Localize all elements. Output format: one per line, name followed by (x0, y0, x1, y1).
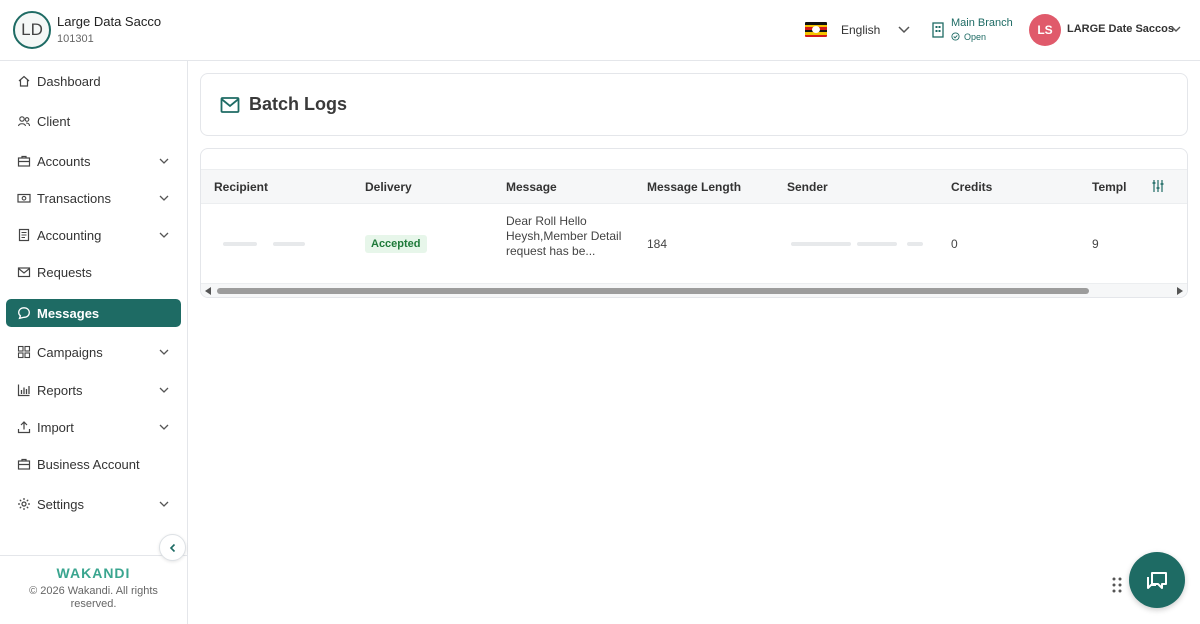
briefcase-icon (17, 155, 31, 167)
chevron-down-icon (159, 232, 169, 238)
sidebar-item-reports[interactable]: Reports (6, 376, 181, 404)
page-title: Batch Logs (249, 94, 348, 114)
chevron-down-icon (159, 195, 169, 201)
language-selector[interactable]: English (841, 23, 880, 37)
horizontal-scrollbar[interactable] (201, 283, 1187, 297)
chevron-down-icon (159, 387, 169, 393)
sidebar-item-import[interactable]: Import (6, 413, 181, 441)
upload-icon (17, 421, 31, 434)
sidebar-item-transactions[interactable]: Transactions (6, 184, 181, 212)
chevron-down-icon (159, 349, 169, 355)
column-header-message-length[interactable]: Message Length (647, 180, 741, 194)
scroll-left-arrow-icon[interactable] (205, 287, 211, 295)
chevron-down-icon[interactable] (897, 22, 911, 36)
credits-cell: 0 (951, 237, 958, 251)
grid-icon (17, 345, 31, 359)
sidebar: Dashboard Client Accounts Transactions A… (0, 61, 188, 624)
batch-logs-table: Recipient Delivery Message Message Lengt… (200, 148, 1188, 298)
org-code: 101301 (57, 33, 94, 45)
user-avatar[interactable]: LS (1029, 14, 1061, 46)
branch-status: Open (964, 32, 987, 42)
column-header-credits[interactable]: Credits (951, 180, 992, 194)
table-header: Recipient Delivery Message Message Lengt… (201, 169, 1187, 204)
sidebar-item-dashboard[interactable]: Dashboard (6, 67, 181, 95)
column-header-template[interactable]: Templ (1092, 180, 1126, 194)
cash-icon (17, 193, 31, 203)
column-header-recipient[interactable]: Recipient (214, 180, 268, 194)
sidebar-item-label: Client (37, 113, 71, 129)
sidebar-item-label: Dashboard (37, 73, 101, 89)
copyright-text: © 2026 Wakandi. All rights reserved. (29, 585, 158, 610)
message-length-cell: 184 (647, 237, 668, 251)
envelope-icon (220, 97, 240, 113)
sidebar-item-label: Messages (37, 305, 100, 321)
branch-name[interactable]: Main Branch (951, 17, 1013, 29)
sidebar-item-requests[interactable]: Requests (6, 258, 181, 286)
check-circle-icon (951, 32, 960, 41)
sidebar-item-label: Business Account (37, 456, 140, 472)
sidebar-item-label: Settings (37, 496, 84, 512)
scroll-right-arrow-icon[interactable] (1177, 287, 1183, 295)
sidebar-item-accounts[interactable]: Accounts (6, 147, 181, 175)
chevron-down-icon (159, 424, 169, 430)
sidebar-item-campaigns[interactable]: Campaigns (6, 338, 181, 366)
ledger-icon (18, 228, 30, 242)
home-icon (18, 75, 30, 87)
sidebar-item-label: Reports (37, 382, 83, 398)
uganda-flag-icon[interactable] (805, 22, 827, 37)
sidebar-item-client[interactable]: Client (6, 107, 181, 135)
users-icon (17, 116, 31, 127)
column-header-sender[interactable]: Sender (787, 180, 828, 194)
chevron-down-icon (159, 501, 169, 507)
sidebar-divider (0, 555, 187, 556)
sidebar-item-label: Accounting (37, 227, 102, 243)
chevron-down-icon (159, 158, 169, 164)
chevron-left-icon (169, 543, 175, 552)
chat-support-button[interactable] (1129, 552, 1185, 608)
sidebar-item-label: Import (37, 419, 74, 435)
sidebar-item-label: Requests (37, 264, 92, 280)
top-bar: LD Large Data Sacco 101301 English Main … (0, 0, 1200, 61)
chat-bubbles-icon (1147, 572, 1167, 589)
gear-icon (18, 498, 30, 510)
building-icon (932, 22, 944, 38)
sidebar-item-label: Transactions (37, 190, 111, 206)
sidebar-item-business-account[interactable]: Business Account (6, 450, 181, 478)
chevron-down-icon[interactable] (1170, 23, 1182, 35)
template-cell: 9 (1092, 237, 1099, 251)
message-cell: Dear Roll Hello Heysh,Member Detail requ… (506, 214, 622, 258)
envelope-icon (17, 267, 31, 278)
column-settings-icon[interactable] (1151, 179, 1165, 193)
org-name: Large Data Sacco (57, 14, 162, 29)
sidebar-item-label: Campaigns (37, 344, 103, 360)
drag-handle-icon[interactable] (1111, 576, 1123, 594)
brand-logo: WAKANDI (56, 565, 131, 581)
column-header-message[interactable]: Message (506, 180, 557, 194)
delivery-status-badge: Accepted (365, 235, 427, 253)
user-name[interactable]: LARGE Date Saccos (1067, 23, 1174, 35)
chat-icon (18, 307, 30, 320)
sidebar-item-settings[interactable]: Settings (6, 490, 181, 518)
page-header-card: Batch Logs (200, 73, 1188, 136)
scrollbar-thumb[interactable] (217, 288, 1089, 294)
column-header-delivery[interactable]: Delivery (365, 180, 412, 194)
bar-chart-icon (17, 384, 30, 397)
sidebar-item-accounting[interactable]: Accounting (6, 221, 181, 249)
sidebar-item-messages[interactable]: Messages (6, 299, 181, 327)
briefcase-icon (17, 458, 31, 470)
org-avatar[interactable]: LD (13, 11, 51, 49)
collapse-sidebar-button[interactable] (159, 534, 186, 561)
sidebar-item-label: Accounts (37, 153, 91, 169)
